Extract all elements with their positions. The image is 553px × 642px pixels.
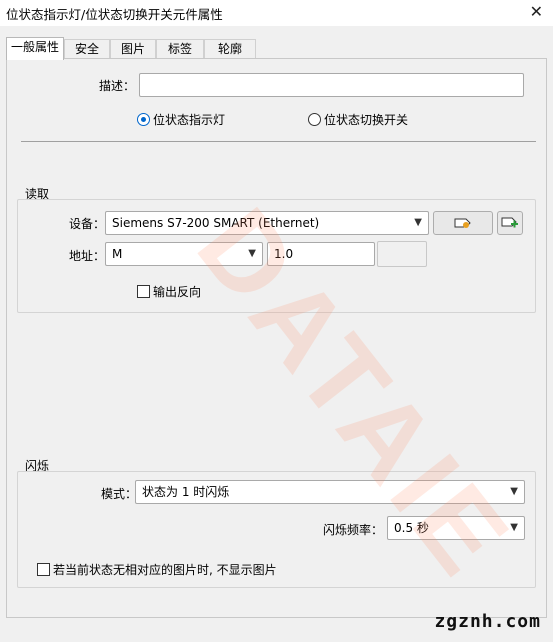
chevron-down-icon: ▼ bbox=[510, 522, 518, 533]
radio-bit-indicator[interactable]: 位状态指示灯 bbox=[137, 111, 225, 128]
device-add-button[interactable] bbox=[497, 211, 523, 235]
device-label: 设备： bbox=[69, 217, 106, 231]
device-select-value: Siemens S7-200 SMART (Ethernet) bbox=[112, 216, 320, 230]
address-type-select[interactable]: M ▼ bbox=[105, 242, 263, 266]
address-extra-field bbox=[377, 241, 427, 267]
title-bar: 位状态指示灯/位状态切换开关元件属性 ✕ bbox=[0, 0, 553, 26]
blink-frequency-select[interactable]: 0.5 秒 ▼ bbox=[387, 516, 525, 540]
device-select[interactable]: Siemens S7-200 SMART (Ethernet) ▼ bbox=[105, 211, 429, 235]
mode-label: 模式： bbox=[101, 487, 138, 501]
tab-security[interactable]: 安全 bbox=[64, 39, 110, 59]
address-type-value: M bbox=[112, 247, 123, 261]
close-icon[interactable]: ✕ bbox=[530, 2, 543, 21]
radio-bit-switch-label: 位状态切换开关 bbox=[324, 113, 409, 127]
tag-settings-icon bbox=[454, 218, 471, 228]
tab-label[interactable]: 标签 bbox=[156, 39, 204, 59]
hide-picture-checkbox[interactable]: 若当前状态无相对应的图片时, 不显示图片 bbox=[37, 561, 277, 578]
tab-picture[interactable]: 图片 bbox=[110, 39, 156, 59]
chevron-down-icon: ▼ bbox=[414, 217, 422, 228]
chevron-down-icon: ▼ bbox=[510, 486, 518, 497]
chevron-down-icon: ▼ bbox=[248, 248, 256, 259]
address-label: 地址： bbox=[69, 249, 106, 263]
window-title: 位状态指示灯/位状态切换开关元件属性 bbox=[6, 7, 223, 22]
device-settings-button[interactable] bbox=[433, 211, 493, 235]
hide-picture-label: 若当前状态无相对应的图片时, 不显示图片 bbox=[53, 563, 277, 577]
radio-bit-switch[interactable]: 位状态切换开关 bbox=[308, 111, 408, 128]
radio-unselected-icon bbox=[308, 113, 321, 126]
description-label: 描述： bbox=[99, 79, 136, 93]
general-panel: 描述： 位状态指示灯 位状态切换开关 读取 设备： Siemens S7-200… bbox=[6, 58, 547, 618]
address-input[interactable]: 1.0 bbox=[267, 242, 375, 266]
invert-output-label: 输出反向 bbox=[153, 285, 202, 299]
blink-mode-value: 状态为 1 时闪烁 bbox=[142, 485, 230, 499]
blink-frequency-value: 0.5 秒 bbox=[394, 521, 429, 535]
checkbox-icon bbox=[37, 563, 50, 576]
radio-bit-indicator-label: 位状态指示灯 bbox=[153, 113, 226, 127]
description-input[interactable] bbox=[139, 73, 524, 97]
tab-general[interactable]: 一般属性 bbox=[6, 37, 64, 60]
blink-mode-select[interactable]: 状态为 1 时闪烁 ▼ bbox=[135, 480, 525, 504]
checkbox-icon bbox=[137, 285, 150, 298]
invert-output-checkbox[interactable]: 输出反向 bbox=[137, 283, 201, 300]
blink-frequency-label: 闪烁频率： bbox=[323, 523, 384, 537]
site-watermark: zgznh.com bbox=[434, 611, 541, 632]
divider bbox=[21, 141, 536, 142]
tag-add-icon bbox=[501, 217, 518, 228]
radio-selected-icon bbox=[137, 113, 150, 126]
tab-outline[interactable]: 轮廓 bbox=[204, 39, 256, 59]
